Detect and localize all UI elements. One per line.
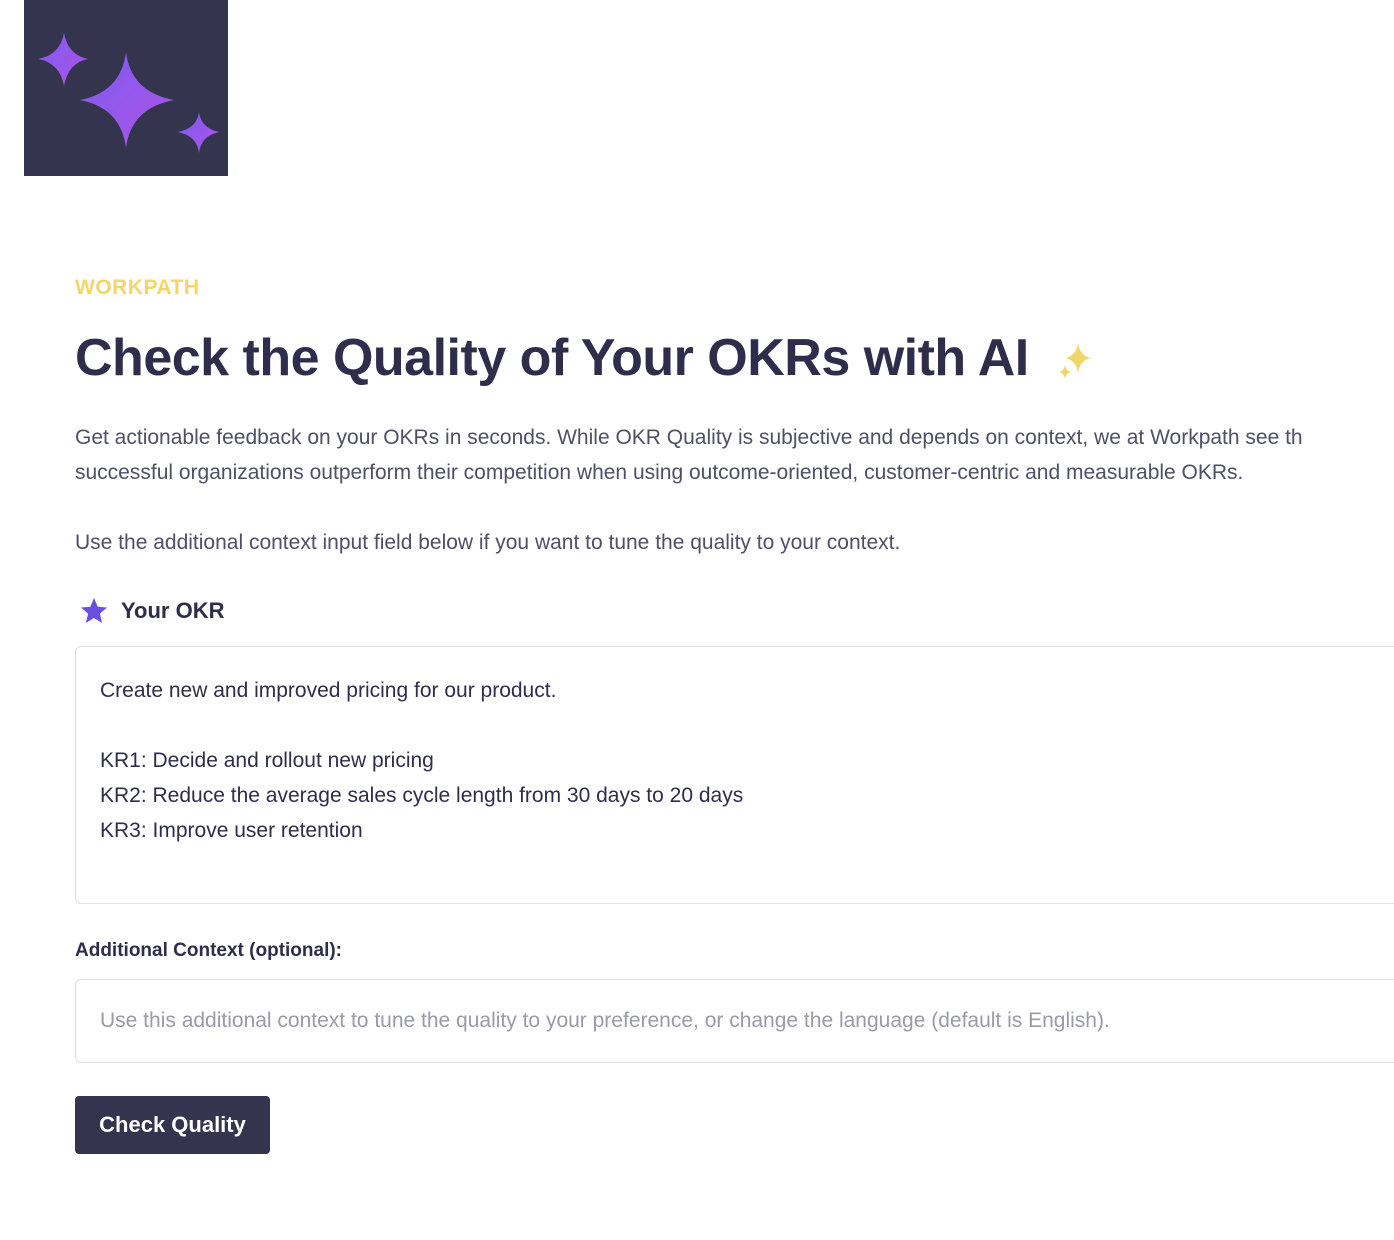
context-label: Additional Context (optional):	[75, 940, 343, 961]
page-title: Check the Quality of Your OKRs with AI	[75, 329, 1029, 387]
check-quality-button[interactable]: Check Quality	[75, 1096, 270, 1154]
app-logo	[24, 0, 228, 176]
intro-text: Get actionable feedback on your OKRs in …	[75, 420, 1394, 490]
sparkles-icon	[38, 33, 219, 153]
okr-line: KR3: Improve user retention	[100, 819, 363, 842]
okr-label: Your OKR	[79, 596, 224, 626]
okr-line: KR1: Decide and rollout new pricing	[100, 749, 434, 772]
intro-line-1: Get actionable feedback on your OKRs in …	[75, 426, 1303, 449]
context-placeholder: Use this additional context to tune the …	[100, 1009, 1110, 1032]
sparkle-icon	[1058, 343, 1091, 379]
okr-line	[100, 708, 1390, 743]
page-header: Check the Quality of Your OKRs with AI	[75, 328, 1091, 388]
star-icon	[80, 597, 108, 623]
intro-line-2: successful organizations outperform thei…	[75, 461, 1244, 484]
okr-line: KR2: Reduce the average sales cycle leng…	[100, 784, 744, 807]
okr-textarea[interactable]: Create new and improved pricing for our …	[75, 646, 1394, 904]
context-input[interactable]: Use this additional context to tune the …	[75, 979, 1394, 1063]
brand-name: WORKPATH	[75, 276, 200, 299]
okr-label-text: Your OKR	[121, 598, 225, 623]
context-hint: Use the additional context input field b…	[75, 531, 901, 554]
okr-line: Create new and improved pricing for our …	[100, 679, 557, 702]
